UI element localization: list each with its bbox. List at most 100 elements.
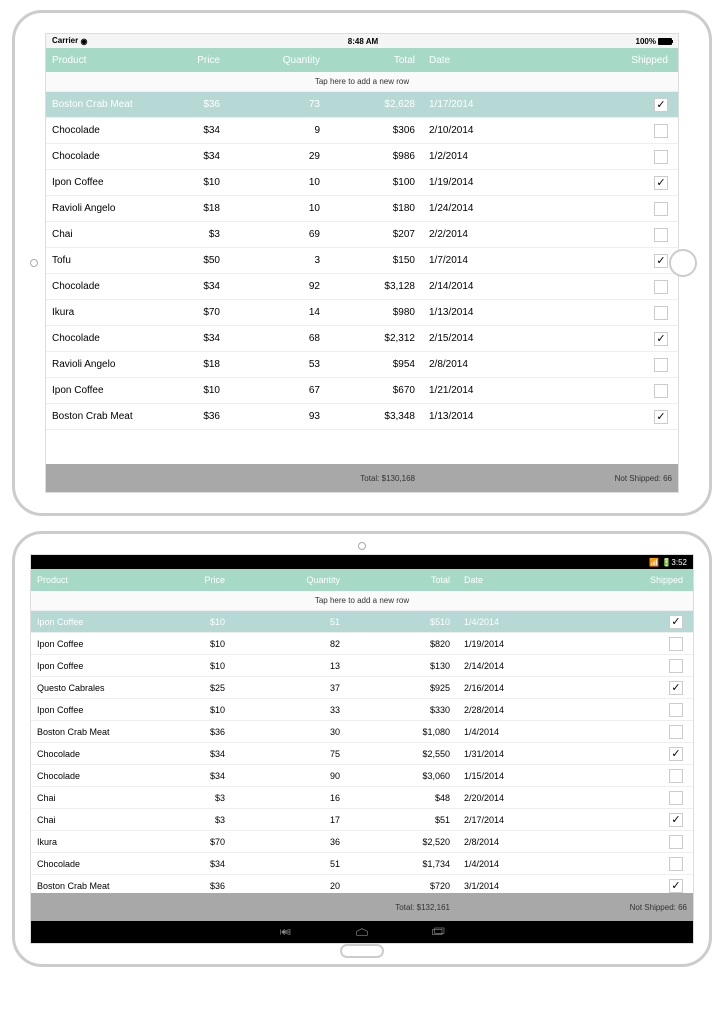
cell-total[interactable]: $2,312 [326, 330, 421, 347]
header-product[interactable]: Product [31, 572, 161, 588]
cell-total[interactable]: $986 [326, 148, 421, 165]
cell-quantity[interactable]: 9 [226, 122, 326, 139]
table-body[interactable]: Boston Crab Meat$3673$2,6281/17/2014✓Cho… [46, 92, 678, 464]
cell-price[interactable]: $10 [161, 702, 231, 718]
cell-total[interactable]: $3,348 [326, 408, 421, 425]
cell-product[interactable]: Chai [46, 226, 146, 243]
cell-quantity[interactable]: 13 [231, 658, 346, 674]
table-row[interactable]: Ipon Coffee$1010$1001/19/2014✓ [46, 170, 678, 196]
shipped-checkbox[interactable] [669, 637, 683, 651]
cell-product[interactable]: Questo Cabrales [31, 680, 161, 696]
cell-product[interactable]: Ipon Coffee [31, 614, 161, 630]
shipped-checkbox[interactable]: ✓ [669, 747, 683, 761]
cell-total[interactable]: $670 [326, 382, 421, 399]
cell-total[interactable]: $2,550 [346, 746, 456, 762]
cell-product[interactable]: Chocolade [31, 746, 161, 762]
shipped-checkbox[interactable]: ✓ [669, 615, 683, 629]
table-row[interactable]: Ipon Coffee$1033$3302/28/2014 [31, 699, 693, 721]
cell-shipped[interactable]: ✓ [521, 407, 678, 427]
cell-quantity[interactable]: 82 [231, 636, 346, 652]
table-row[interactable]: Boston Crab Meat$3620$7203/1/2014✓ [31, 875, 693, 893]
cell-product[interactable]: Ipon Coffee [31, 636, 161, 652]
cell-date[interactable]: 2/14/2014 [456, 658, 556, 674]
table-body[interactable]: Ipon Coffee$1051$5101/4/2014✓Ipon Coffee… [31, 611, 693, 893]
cell-product[interactable]: Chocolade [46, 330, 146, 347]
cell-total[interactable]: $925 [346, 680, 456, 696]
table-row[interactable]: Chocolade$349$3062/10/2014 [46, 118, 678, 144]
home-icon[interactable] [354, 926, 370, 938]
cell-total[interactable]: $330 [346, 702, 456, 718]
header-total[interactable]: Total [346, 572, 456, 588]
shipped-checkbox[interactable] [654, 384, 668, 398]
cell-total[interactable]: $180 [326, 200, 421, 217]
table-row[interactable]: Chai$316$482/20/2014 [31, 787, 693, 809]
cell-product[interactable]: Tofu [46, 252, 146, 269]
header-product[interactable]: Product [46, 52, 146, 69]
cell-date[interactable]: 2/14/2014 [421, 278, 521, 295]
cell-date[interactable]: 1/13/2014 [421, 408, 521, 425]
cell-quantity[interactable]: 93 [226, 408, 326, 425]
cell-date[interactable]: 2/16/2014 [456, 680, 556, 696]
table-row[interactable]: Ipon Coffee$1051$5101/4/2014✓ [31, 611, 693, 633]
cell-shipped[interactable] [521, 303, 678, 323]
shipped-checkbox[interactable]: ✓ [654, 332, 668, 346]
cell-shipped[interactable] [556, 788, 693, 808]
cell-shipped[interactable]: ✓ [521, 95, 678, 115]
table-row[interactable]: Chocolade$3429$9861/2/2014 [46, 144, 678, 170]
cell-total[interactable]: $510 [346, 614, 456, 630]
cell-price[interactable]: $34 [161, 746, 231, 762]
cell-date[interactable]: 1/24/2014 [421, 200, 521, 217]
table-row[interactable]: Chocolade$3490$3,0601/15/2014 [31, 765, 693, 787]
cell-quantity[interactable]: 29 [226, 148, 326, 165]
header-price[interactable]: Price [161, 572, 231, 588]
shipped-checkbox[interactable]: ✓ [669, 681, 683, 695]
cell-product[interactable]: Boston Crab Meat [46, 96, 146, 113]
shipped-checkbox[interactable] [669, 769, 683, 783]
table-row[interactable]: Chocolade$3468$2,3122/15/2014✓ [46, 326, 678, 352]
cell-product[interactable]: Ipon Coffee [46, 174, 146, 191]
cell-price[interactable]: $34 [146, 278, 226, 295]
table-row[interactable]: Ikura$7014$9801/13/2014 [46, 300, 678, 326]
cell-shipped[interactable] [556, 656, 693, 676]
cell-product[interactable]: Ikura [46, 304, 146, 321]
cell-product[interactable]: Ravioli Angelo [46, 200, 146, 217]
cell-quantity[interactable]: 75 [231, 746, 346, 762]
cell-product[interactable]: Ikura [31, 834, 161, 850]
cell-quantity[interactable]: 90 [231, 768, 346, 784]
cell-shipped[interactable] [521, 121, 678, 141]
cell-price[interactable]: $10 [161, 614, 231, 630]
cell-quantity[interactable]: 14 [226, 304, 326, 321]
cell-quantity[interactable]: 53 [226, 356, 326, 373]
cell-shipped[interactable] [521, 199, 678, 219]
cell-shipped[interactable] [521, 147, 678, 167]
header-quantity[interactable]: Quantity [226, 52, 326, 69]
shipped-checkbox[interactable] [669, 725, 683, 739]
cell-date[interactable]: 2/10/2014 [421, 122, 521, 139]
cell-product[interactable]: Boston Crab Meat [46, 408, 146, 425]
shipped-checkbox[interactable] [654, 124, 668, 138]
cell-price[interactable]: $36 [146, 96, 226, 113]
header-quantity[interactable]: Quantity [231, 572, 346, 588]
cell-shipped[interactable]: ✓ [556, 876, 693, 894]
cell-date[interactable]: 2/8/2014 [421, 356, 521, 373]
shipped-checkbox[interactable]: ✓ [669, 879, 683, 893]
home-button[interactable] [340, 944, 384, 958]
cell-quantity[interactable]: 92 [226, 278, 326, 295]
cell-shipped[interactable]: ✓ [556, 612, 693, 632]
shipped-checkbox[interactable] [654, 228, 668, 242]
cell-product[interactable]: Ravioli Angelo [46, 356, 146, 373]
cell-price[interactable]: $36 [161, 724, 231, 740]
table-row[interactable]: Chai$317$512/17/2014✓ [31, 809, 693, 831]
cell-shipped[interactable] [556, 700, 693, 720]
cell-date[interactable]: 1/13/2014 [421, 304, 521, 321]
shipped-checkbox[interactable] [669, 703, 683, 717]
cell-total[interactable]: $51 [346, 812, 456, 828]
cell-product[interactable]: Chocolade [46, 278, 146, 295]
cell-shipped[interactable] [556, 832, 693, 852]
cell-total[interactable]: $820 [346, 636, 456, 652]
table-row[interactable]: Questo Cabrales$2537$9252/16/2014✓ [31, 677, 693, 699]
cell-total[interactable]: $48 [346, 790, 456, 806]
shipped-checkbox[interactable]: ✓ [654, 176, 668, 190]
shipped-checkbox[interactable]: ✓ [654, 98, 668, 112]
cell-price[interactable]: $34 [161, 768, 231, 784]
